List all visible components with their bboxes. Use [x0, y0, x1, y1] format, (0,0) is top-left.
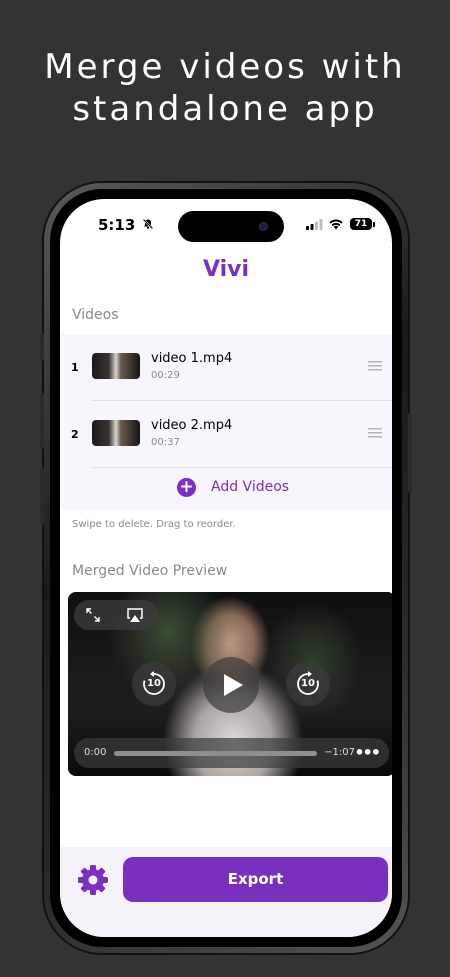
gear-icon[interactable]: [77, 864, 109, 896]
status-bar: 5:13 71: [60, 199, 392, 249]
skip-forward-button[interactable]: 10: [286, 662, 330, 706]
add-videos-label: Add Videos: [211, 479, 290, 495]
remaining-time: −1:07: [324, 747, 355, 758]
promo-headline: Merge videos with standalone app: [0, 46, 450, 130]
plus-circle-icon: +: [177, 478, 196, 497]
bell-muted-icon: [142, 218, 154, 230]
app-screen: 5:13 71 Vivi Videos 1 video 1.mp4 00:29 …: [60, 199, 392, 937]
fullscreen-icon[interactable]: [86, 608, 100, 622]
phone-bezel: 5:13 71 Vivi Videos 1 video 1.mp4 00:29 …: [50, 189, 402, 947]
video-duration: 00:29: [151, 370, 180, 381]
drag-handle-icon[interactable]: [368, 361, 382, 371]
status-time: 5:13: [98, 216, 136, 234]
preview-section-label: Merged Video Preview: [72, 563, 228, 579]
volume-down-button: [40, 468, 44, 524]
video-name: video 2.mp4: [151, 418, 233, 433]
play-button[interactable]: [203, 657, 259, 713]
battery-tip: [373, 222, 375, 227]
video-index: 1: [71, 361, 79, 374]
video-index: 2: [71, 428, 79, 441]
add-videos-button[interactable]: + Add Videos: [60, 467, 392, 509]
player-top-controls: [74, 600, 158, 630]
video-list-item[interactable]: 1 video 1.mp4 00:29: [60, 334, 392, 400]
skip-back-button[interactable]: 10: [132, 662, 176, 706]
export-button[interactable]: Export: [123, 857, 388, 902]
volume-up-button: [40, 393, 44, 449]
video-list-item[interactable]: 2 video 2.mp4 00:37: [60, 401, 392, 467]
phone-frame: 5:13 71 Vivi Videos 1 video 1.mp4 00:29 …: [40, 183, 412, 953]
camera-icon: [259, 222, 268, 231]
player-scrubber: 0:00 −1:07 •••: [74, 738, 389, 768]
videos-section-label: Videos: [72, 307, 119, 323]
video-player[interactable]: 10 10 0:00 −1:07 •••: [68, 592, 392, 776]
play-icon: [224, 674, 243, 696]
action-button: [40, 333, 44, 361]
skip-forward-label: 10: [301, 678, 315, 689]
progress-track[interactable]: [114, 751, 317, 756]
elapsed-time: 0:00: [84, 747, 107, 758]
video-thumbnail: [92, 420, 140, 446]
skip-back-label: 10: [147, 678, 161, 689]
video-thumbnail: [92, 353, 140, 379]
list-hint: Swipe to delete. Drag to reorder.: [72, 519, 236, 530]
bottom-bar: Export: [60, 847, 392, 937]
video-name: video 1.mp4: [151, 351, 233, 366]
video-duration: 00:37: [151, 437, 180, 448]
video-list: 1 video 1.mp4 00:29 2 video 2.mp4 00:37: [60, 334, 392, 509]
more-options-icon[interactable]: •••: [354, 743, 381, 762]
airplay-icon[interactable]: [126, 607, 144, 623]
cellular-signal-icon: [306, 219, 323, 230]
app-title: Vivi: [202, 257, 250, 282]
battery-indicator: 71: [350, 218, 372, 230]
power-button: [408, 413, 412, 493]
drag-handle-icon[interactable]: [368, 428, 382, 438]
dynamic-island: [178, 211, 284, 242]
wifi-icon: [329, 219, 343, 230]
headline-line-1: Merge videos with: [44, 47, 406, 87]
headline-line-2: standalone app: [72, 89, 378, 129]
